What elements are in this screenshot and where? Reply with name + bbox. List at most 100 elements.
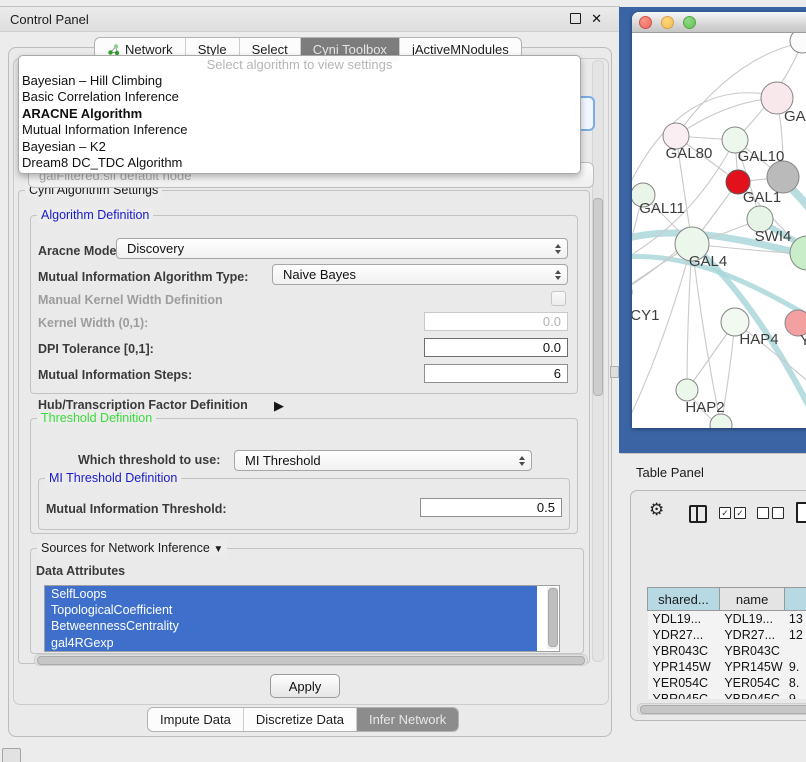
float-panel-icon[interactable] xyxy=(570,13,581,24)
aracne-mode-value: Discovery xyxy=(127,241,184,256)
column-header-shared[interactable]: shared... xyxy=(648,588,720,611)
table-cell: 8. xyxy=(785,675,806,691)
attribute-item[interactable]: TopologicalCoefficient xyxy=(45,602,537,618)
mi-steps-value: 6 xyxy=(554,366,561,381)
hub-expander-icon[interactable]: ▶ xyxy=(274,398,284,414)
mi-type-combo[interactable]: Naive Bayes xyxy=(272,264,568,285)
new-table-icon[interactable] xyxy=(796,502,806,523)
mi-type-value: Naive Bayes xyxy=(283,267,356,282)
table-cell xyxy=(785,643,806,659)
table-hscrollbar xyxy=(637,703,806,715)
mi-steps-label: Mutual Information Steps: xyxy=(38,368,192,382)
node-label: SWI4 xyxy=(755,228,792,245)
kernel-width-label: Kernel Width (0,1): xyxy=(38,316,148,330)
sources-collapse-icon[interactable]: ▼ xyxy=(213,544,223,555)
algorithm-option-1[interactable]: Basic Correlation Inference xyxy=(19,89,580,105)
which-threshold-combo[interactable]: MI Threshold xyxy=(234,450,532,471)
data-attributes-list[interactable]: SelfLoopsTopologicalCoefficientBetweenne… xyxy=(44,585,560,652)
table-cell: YPR145W xyxy=(648,659,720,675)
table-row[interactable]: YER054CYER054C8. xyxy=(648,675,806,691)
tab-impute-label: Impute Data xyxy=(160,712,231,727)
settings-vscrollbar-thumb[interactable] xyxy=(593,198,603,396)
node-table-body: YDL19...YDL19...13YDR27...YDR27...12YBR0… xyxy=(648,611,806,700)
table-cell: YBR043C xyxy=(719,643,785,659)
settings-hscrollbar-thumb[interactable] xyxy=(37,656,585,665)
table-row[interactable]: YBR043CYBR043C xyxy=(648,643,806,659)
apply-button[interactable]: Apply xyxy=(270,674,340,698)
manual-kernel-checkbox[interactable] xyxy=(551,291,566,306)
table-cell: YDL19... xyxy=(648,611,720,628)
algorithm-option-5[interactable]: Dream8 DC_TDC Algorithm xyxy=(19,155,580,171)
table-row[interactable]: YBR045CYBR045C9. xyxy=(648,691,806,699)
bottom-tabbar: Impute Data Discretize Data Infer Networ… xyxy=(147,707,459,732)
spinner-arrows-icon xyxy=(555,244,561,254)
which-threshold-value: MI Threshold xyxy=(245,453,321,468)
table-row[interactable]: YDR27...YDR27...12 xyxy=(648,627,806,643)
hub-definition-label: Hub/Transcription Factor Definition xyxy=(38,398,248,412)
minimize-window-icon[interactable] xyxy=(661,16,674,29)
dpi-tolerance-input[interactable]: 0.0 xyxy=(424,338,568,357)
mi-threshold-title: MI Threshold Definition xyxy=(45,471,181,485)
table-row[interactable]: YDL19...YDL19...13 xyxy=(648,611,806,628)
which-threshold-label: Which threshold to use: xyxy=(78,453,220,467)
kernel-width-value: 0.0 xyxy=(543,314,561,329)
network-desktop: GALGAL80GAL10GAL1GAL11SWI4GAL4GCY1HAP4YH… xyxy=(619,7,806,453)
gear-icon[interactable]: ⚙ xyxy=(649,500,664,520)
unchecked-box-icon[interactable] xyxy=(772,507,784,519)
unchecked-box-icon[interactable] xyxy=(757,507,769,519)
algorithm-option-0[interactable]: Bayesian – Hill Climbing xyxy=(19,73,580,89)
checked-box-icon[interactable]: ✓ xyxy=(734,507,746,519)
panel-toggle-button[interactable] xyxy=(2,748,21,762)
column-header-3[interactable] xyxy=(785,588,806,611)
dpi-tolerance-label: DPI Tolerance [0,1]: xyxy=(38,342,154,356)
mi-threshold-input[interactable]: 0.5 xyxy=(420,498,562,517)
network-node[interactable] xyxy=(676,379,698,401)
network-node[interactable] xyxy=(790,33,806,53)
network-canvas[interactable]: GALGAL80GAL10GAL1GAL11SWI4GAL4GCY1HAP4YH… xyxy=(632,33,806,428)
spinner-arrows-icon xyxy=(555,270,561,280)
algorithm-option-4[interactable]: Bayesian – K2 xyxy=(19,139,580,155)
threshold-definition-title: Threshold Definition xyxy=(37,411,156,425)
column-header-name[interactable]: name xyxy=(719,588,785,611)
node-table-wrapper: shared... name YDL19...YDL19...13YDR27..… xyxy=(639,539,806,699)
attribute-item[interactable]: gal4RGexp xyxy=(45,635,537,651)
network-node[interactable] xyxy=(710,414,732,428)
node-label: GAL11 xyxy=(639,200,685,217)
columns-icon[interactable] xyxy=(689,505,707,523)
attribute-item[interactable]: BetweennessCentrality xyxy=(45,618,537,634)
table-row[interactable]: YPR145WYPR145W9. xyxy=(648,659,806,675)
close-window-icon[interactable] xyxy=(639,16,652,29)
mi-steps-input[interactable]: 6 xyxy=(424,364,568,383)
node-table-panel: ⚙ ✓ ✓ shared... name YDL19...YDL19...13Y… xyxy=(630,490,806,721)
algorithm-option-3[interactable]: Mutual Information Inference xyxy=(19,122,580,138)
network-window-titlebar[interactable] xyxy=(632,12,806,33)
kernel-width-input[interactable]: 0.0 xyxy=(424,312,568,331)
aracne-mode-combo[interactable]: Discovery xyxy=(116,238,568,259)
table-cell: YBR045C xyxy=(648,691,720,699)
table-hscrollbar-thumb[interactable] xyxy=(640,705,806,714)
node-label: GAL xyxy=(784,108,806,125)
checked-box-icon[interactable]: ✓ xyxy=(719,507,731,519)
attribute-item[interactable]: SelfLoops xyxy=(45,586,537,602)
settings-hscrollbar xyxy=(34,654,588,666)
list-scrollbar-thumb[interactable] xyxy=(548,588,558,647)
mi-threshold-value: 0.5 xyxy=(537,500,555,515)
tab-impute-data[interactable]: Impute Data xyxy=(148,708,243,731)
aracne-mode-label: Aracne Mode: xyxy=(38,244,121,258)
node-label: GAL80 xyxy=(666,145,713,162)
network-view-window[interactable]: GALGAL80GAL10GAL1GAL11SWI4GAL4GCY1HAP4YH… xyxy=(632,12,806,428)
network-edge-thick[interactable] xyxy=(742,398,806,428)
zoom-window-icon[interactable] xyxy=(683,16,696,29)
algorithm-placeholder: Select algorithm to view settings xyxy=(19,56,580,73)
network-graph: GALGAL80GAL10GAL1GAL11SWI4GAL4GCY1HAP4YH… xyxy=(632,33,806,428)
tab-discretize-data[interactable]: Discretize Data xyxy=(243,708,356,731)
table-cell: 13 xyxy=(785,611,806,628)
tab-infer-network[interactable]: Infer Network xyxy=(356,708,458,731)
table-cell: 9. xyxy=(785,659,806,675)
table-cell: YER054C xyxy=(719,675,785,691)
spinner-arrows-icon xyxy=(519,456,525,466)
algorithm-option-2[interactable]: ARACNE Algorithm xyxy=(19,106,580,122)
manual-kernel-label: Manual Kernel Width Definition xyxy=(38,293,223,307)
close-panel-icon[interactable]: ✕ xyxy=(591,12,602,25)
panel-splitter-grip[interactable] xyxy=(610,366,619,378)
